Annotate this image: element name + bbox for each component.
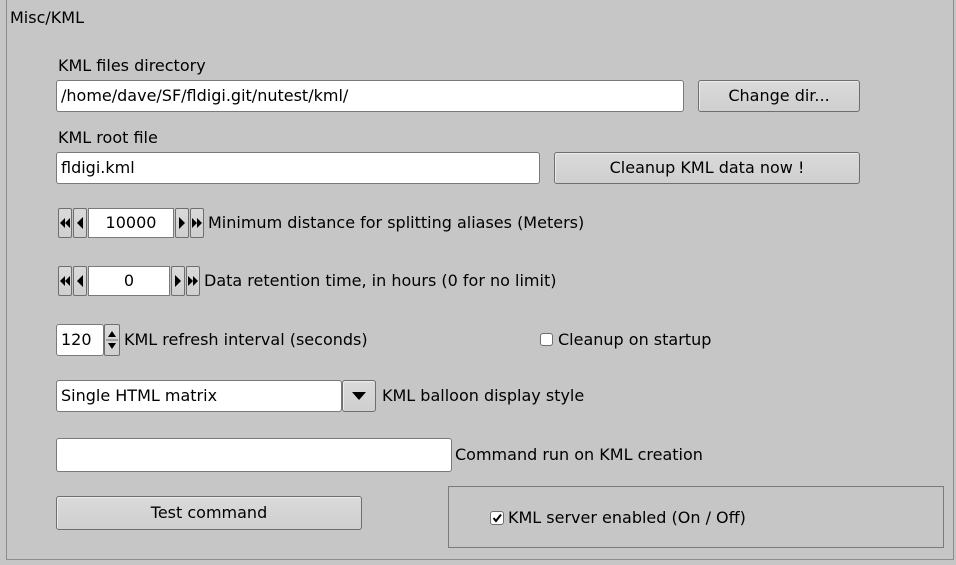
right-arrow-icon[interactable] <box>171 266 185 296</box>
balloon-style-label: KML balloon display style <box>382 386 585 405</box>
double-left-arrow-icon[interactable] <box>58 266 72 296</box>
min-distance-label: Minimum distance for splitting aliases (… <box>208 213 585 232</box>
right-arrow-icon[interactable] <box>175 208 189 238</box>
cleanup-startup-label: Cleanup on startup <box>558 330 712 349</box>
left-arrow-icon[interactable] <box>73 266 87 296</box>
refresh-interval-input[interactable]: 120 <box>56 324 104 356</box>
kml-root-input[interactable]: fldigi.kml <box>56 152 540 184</box>
command-label: Command run on KML creation <box>455 445 703 464</box>
panel-title: Misc/KML <box>10 8 84 27</box>
balloon-style-select[interactable]: Single HTML matrix <box>56 380 342 412</box>
chevron-down-icon[interactable] <box>342 380 376 412</box>
kml-root-label: KML root file <box>58 128 158 147</box>
server-enabled-label: KML server enabled (On / Off) <box>508 508 746 527</box>
refresh-interval-label: KML refresh interval (seconds) <box>124 330 368 349</box>
test-command-button[interactable]: Test command <box>56 496 362 530</box>
double-left-arrow-icon[interactable] <box>58 208 72 238</box>
cleanup-kml-button[interactable]: Cleanup KML data now ! <box>554 152 860 184</box>
retention-label: Data retention time, in hours (0 for no … <box>204 271 557 290</box>
cleanup-startup-checkbox[interactable] <box>540 333 553 346</box>
change-dir-button[interactable]: Change dir... <box>698 80 860 112</box>
double-right-arrow-icon[interactable] <box>190 208 204 238</box>
retention-value[interactable]: 0 <box>88 266 170 296</box>
kml-dir-input[interactable]: /home/dave/SF/fldigi.git/nutest/kml/ <box>56 80 684 112</box>
double-right-arrow-icon[interactable] <box>186 266 200 296</box>
left-arrow-icon[interactable] <box>73 208 87 238</box>
min-distance-value[interactable]: 10000 <box>88 208 174 238</box>
command-input[interactable] <box>56 438 452 472</box>
spinner-arrows-icon[interactable] <box>104 324 120 356</box>
server-enabled-checkbox[interactable] <box>490 511 504 525</box>
kml-dir-label: KML files directory <box>58 56 206 75</box>
